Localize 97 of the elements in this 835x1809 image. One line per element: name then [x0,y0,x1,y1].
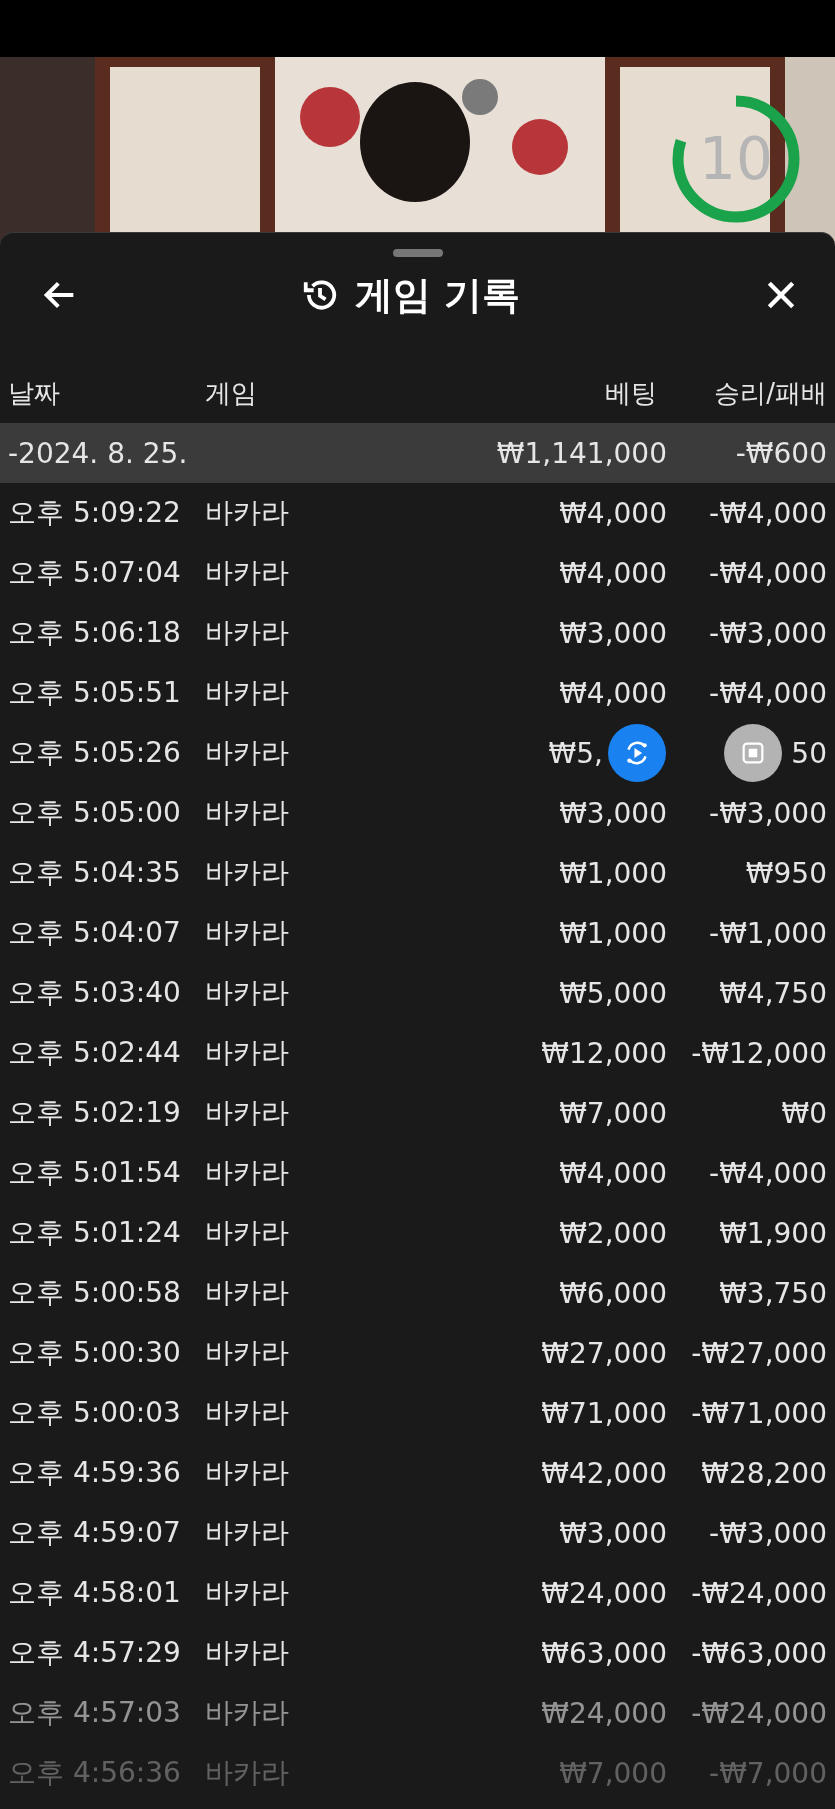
bet-cell-text: ₩3,000 [558,796,667,830]
column-header: 승리/패배 [713,376,827,410]
result-cell-text: ₩28,200 [700,1456,827,1490]
bet-cell-text: ₩5,000 [558,976,667,1010]
game-cell-text: 바카라 [205,1695,290,1731]
game-cell-text: 바카라 [205,1755,290,1791]
game-cell-text: 바카라 [205,1515,290,1551]
result-cell-text: -₩24,000 [690,1576,827,1610]
game-cell-text: 바카라 [205,495,290,531]
panel-title: 게임 기록 [354,271,521,319]
time-cell-text: 오후 4:57:29 [7,1635,182,1671]
time-cell-text: 오후 5:05:26 [7,735,182,771]
result-cell-text: -₩71,000 [690,1396,827,1430]
bet-cell-text: ₩3,000 [558,616,667,650]
result-cell-text: -₩12,000 [690,1036,827,1070]
time-cell-text: 오후 5:03:40 [7,975,182,1011]
time-cell-text: 오후 5:09:22 [7,495,182,531]
bet-cell-text: ₩27,000 [540,1336,667,1370]
result-cell-text: ₩1,900 [718,1216,827,1250]
result-cell-text: -₩1,000 [708,916,827,950]
result-cell-text: -₩24,000 [690,1696,827,1730]
bet-cell-text: ₩12,000 [540,1036,667,1070]
game-cell-text: 바카라 [205,1275,290,1311]
time-cell-text: 오후 5:01:24 [7,1215,182,1251]
time-cell-text: 오후 4:59:36 [7,1455,182,1491]
bet-cell-text: ₩42,000 [540,1456,667,1490]
bet-cell-text: ₩7,000 [558,1756,667,1790]
bet-cell-text: ₩7,000 [558,1096,667,1130]
bet-cell-text: ₩4,000 [558,676,667,710]
stop-button[interactable] [724,724,782,782]
game-cell-text: 바카라 [205,855,290,891]
replay-button[interactable] [608,724,666,782]
date-group-row[interactable]: -2024. 8. 25. ₩1,141,000 -₩600 [0,423,835,483]
result-cell-text: ₩0 [780,1096,827,1130]
result-cell-text: -₩3,000 [708,1516,827,1550]
time-cell-text: 오후 5:04:07 [7,915,182,951]
result-cell-text: 50 [790,736,827,770]
bet-cell-text: ₩1,000 [558,856,667,890]
game-cell-text: 바카라 [205,615,290,651]
bet-cell-text: ₩4,000 [558,556,667,590]
bet-cell-text: ₩1,000 [558,916,667,950]
column-header: 날짜 [7,376,61,410]
time-cell-text: 오후 5:00:30 [7,1335,182,1371]
bet-cell-text: ₩63,000 [540,1636,667,1670]
game-cell-text: 바카라 [205,1455,290,1491]
result-cell-text: ₩4,750 [718,976,827,1010]
game-cell-text: 바카라 [205,1215,290,1251]
bet-cell-text: ₩4,000 [558,496,667,530]
game-cell-text: 바카라 [205,1095,290,1131]
time-cell-text: 오후 4:56:36 [7,1755,182,1791]
game-cell-text: 바카라 [205,675,290,711]
column-header: 게임 [205,376,258,410]
bet-cell-text: ₩4,000 [558,1156,667,1190]
game-cell-text: 바카라 [205,1035,290,1071]
game-cell-text: 바카라 [205,795,290,831]
time-cell-text: 오후 5:04:35 [7,855,182,891]
game-cell-text: 바카라 [205,1395,290,1431]
game-cell-text: 바카라 [205,1635,290,1671]
drag-handle[interactable] [392,249,443,257]
result-cell-text: -₩4,000 [708,1156,827,1190]
game-cell-text: 바카라 [205,915,290,951]
bet-cell-text: ₩5, [547,736,603,770]
bet-cell-text: ₩3,000 [558,1516,667,1550]
time-cell-text: 오후 5:02:19 [7,1095,182,1131]
result-cell-text: -₩4,000 [708,556,827,590]
game-cell-text: 바카라 [205,735,290,771]
time-cell-text: 오후 5:05:51 [7,675,182,711]
result-cell-text: -₩63,000 [690,1636,827,1670]
time-cell-text: 오후 5:01:54 [7,1155,182,1191]
bet-cell-text: ₩24,000 [540,1576,667,1610]
time-cell-text: 오후 5:07:04 [7,555,182,591]
result-cell-text: -₩7,000 [708,1756,827,1790]
bet-cell-text: ₩2,000 [558,1216,667,1250]
game-cell-text: 바카라 [205,1155,290,1191]
time-cell-text: 오후 4:59:07 [7,1515,182,1551]
result-cell-text: ₩3,750 [718,1276,827,1310]
bet-cell-text: ₩6,000 [558,1276,667,1310]
game-cell-text: 바카라 [205,1575,290,1611]
result-cell-text: -₩4,000 [708,496,827,530]
game-cell-text: 바카라 [205,975,290,1011]
column-header: 베팅 [604,376,657,410]
time-cell-text: 오후 5:02:44 [7,1035,182,1071]
result-cell-text: -₩27,000 [690,1336,827,1370]
bet-cell-text: ₩24,000 [540,1696,667,1730]
time-cell-text: 오후 4:58:01 [7,1575,182,1611]
game-cell-text: 바카라 [205,1335,290,1371]
result-cell-text: -₩4,000 [708,676,827,710]
result-cell-text: ₩950 [744,856,827,890]
time-cell-text: 오후 5:05:00 [7,795,182,831]
time-cell-text: 오후 4:57:03 [7,1695,182,1731]
game-cell-text: 바카라 [205,555,290,591]
result-cell-text: -₩3,000 [708,796,827,830]
time-cell-text: 오후 5:00:03 [7,1395,182,1431]
time-cell-text: 오후 5:00:58 [7,1275,182,1311]
time-cell-text: 오후 5:06:18 [7,615,182,651]
result-cell-text: -₩3,000 [708,616,827,650]
bet-cell-text: ₩71,000 [540,1396,667,1430]
